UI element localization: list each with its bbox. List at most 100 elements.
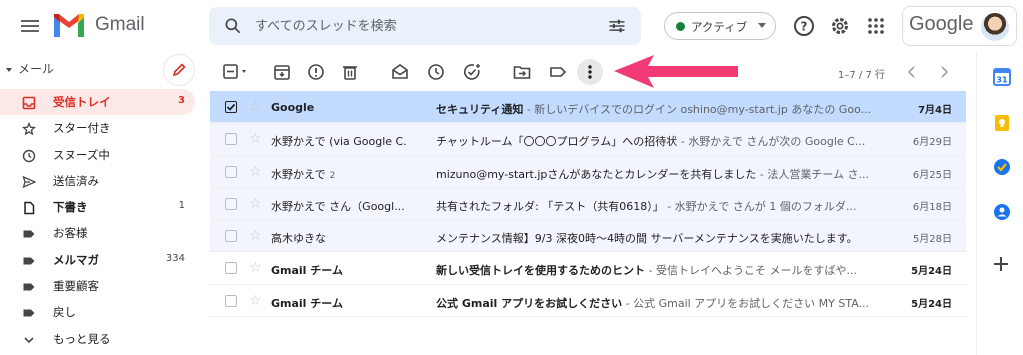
- star-icon[interactable]: ☆: [249, 293, 262, 309]
- email-sender: 水野かえで (via Google C.: [271, 135, 407, 149]
- row-checkbox[interactable]: [225, 294, 237, 307]
- row-checkbox[interactable]: [225, 165, 237, 178]
- email-row[interactable]: ☆ 水野かえで さん（Googl... 共有されたフォルダ: 「テスト（共有0618…: [210, 187, 966, 221]
- pagination-text: 1–7 / 7 行: [838, 70, 885, 81]
- search-bar[interactable]: [209, 7, 641, 45]
- sidebar-item-label: もっと見る: [53, 331, 111, 346]
- star-icon[interactable]: ☆: [249, 164, 262, 180]
- email-row[interactable]: ☆ 高木ゆきな メンテナンス情報】9/3 深夜0時〜4時の間 サーバーメンテナンスを…: [210, 220, 966, 253]
- star-icon[interactable]: ☆: [249, 131, 262, 147]
- search-input[interactable]: [255, 16, 585, 36]
- email-subject-line: mizuno@my-start.jpさんがあなたとカレンダーを共有しました - …: [436, 166, 906, 182]
- sidebar-item[interactable]: お客様: [0, 220, 195, 246]
- chevron-down-icon: [22, 332, 36, 346]
- sidebar-item[interactable]: メルマガ 334: [0, 247, 195, 273]
- annotation-arrow-icon: [614, 55, 738, 88]
- next-page-icon[interactable]: [934, 62, 954, 82]
- caret-down-icon: [758, 23, 766, 28]
- sidebar-item-label: 送信済み: [53, 173, 99, 188]
- sidebar-item[interactable]: 受信トレイ 3: [0, 89, 195, 116]
- snooze-icon[interactable]: [426, 62, 446, 82]
- main-menu-icon[interactable]: [18, 14, 42, 38]
- tasks-icon[interactable]: [993, 158, 1011, 176]
- email-snippet: - 公式 Gmail アプリをお試しください MY STA...: [622, 296, 870, 310]
- email-subject: チャットルーム「〇〇〇プログラム」への招待状: [436, 135, 678, 149]
- star-icon[interactable]: ☆: [249, 260, 262, 276]
- avatar[interactable]: [981, 13, 1009, 41]
- sidebar-item[interactable]: 下書き 1: [0, 194, 195, 220]
- star-icon[interactable]: ☆: [249, 99, 262, 115]
- email-subject-line: 共有されたフォルダ: 「テスト（共有0618）」 - 水野かえで さんが 1 個…: [436, 198, 906, 214]
- email-sender: Gmail チーム: [271, 264, 343, 278]
- email-subject: mizuno@my-start.jpさんがあなたとカレンダーを共有しました: [436, 167, 757, 181]
- email-date: 5月28日: [912, 234, 952, 246]
- sidebar-item[interactable]: スター付き: [0, 115, 195, 141]
- sidebar-item-count: 334: [165, 252, 185, 264]
- label-icon: [22, 279, 36, 293]
- status-dropdown[interactable]: アクティブ: [664, 12, 776, 40]
- label-icon: [22, 253, 36, 267]
- report-spam-icon[interactable]: [306, 62, 326, 82]
- add-to-tasks-icon[interactable]: [462, 62, 482, 82]
- clock-icon: [22, 148, 36, 162]
- google-account-box[interactable]: Google: [902, 6, 1017, 46]
- email-subject: 公式 Gmail アプリをお試しください: [436, 296, 623, 310]
- email-row[interactable]: ☆ Google セキュリティ通知 - 新しいデバイスでのログイン oshino@m…: [210, 91, 966, 124]
- sidebar-item[interactable]: もっと見る: [0, 326, 195, 352]
- apps-grid-icon[interactable]: [864, 14, 888, 38]
- sidebar-item[interactable]: 重要顧客: [0, 273, 195, 299]
- thread-count: 2: [329, 170, 336, 181]
- email-date: 7月4日: [918, 105, 952, 116]
- sidebar-item[interactable]: 戻し: [0, 299, 195, 325]
- settings-gear-icon[interactable]: [828, 14, 852, 38]
- email-date: 5月24日: [911, 266, 952, 278]
- search-icon[interactable]: [223, 16, 243, 36]
- star-icon[interactable]: ☆: [249, 228, 262, 244]
- sidebar-item-label: 受信トレイ: [53, 95, 111, 109]
- email-subject-line: チャットルーム「〇〇〇プログラム」への招待状 - 水野かえで さんが次の Goo…: [436, 133, 906, 149]
- select-all-checkbox-icon[interactable]: [222, 62, 252, 82]
- sidebar-nav: 受信トレイ 3 スター付きスヌーズ中送信済み下書き 1 お客様 メルマガ 334 重要顧客戻し…: [0, 89, 200, 352]
- email-row[interactable]: ☆ 水野かえで 2 mizuno@my-start.jpさんがあなたとカレンダーを共有…: [210, 155, 966, 188]
- move-to-icon[interactable]: [512, 62, 532, 82]
- email-subject: 共有されたフォルダ: 「テスト（共有0618）」: [436, 199, 664, 213]
- sidebar-item[interactable]: スヌーズ中: [0, 142, 195, 168]
- previous-page-icon[interactable]: [902, 62, 922, 82]
- compose-button[interactable]: [163, 54, 195, 86]
- sidebar-item-label: スヌーズ中: [53, 147, 110, 162]
- more-options-icon[interactable]: [577, 59, 603, 85]
- sidebar-item[interactable]: 送信済み: [0, 168, 195, 194]
- label-as-icon[interactable]: [548, 62, 568, 82]
- calendar-icon[interactable]: 31: [993, 68, 1011, 86]
- mail-section-header[interactable]: メール: [6, 60, 54, 77]
- contacts-icon[interactable]: [993, 203, 1011, 221]
- google-wordmark: Google: [909, 13, 974, 35]
- row-checkbox[interactable]: [225, 101, 237, 113]
- email-row[interactable]: ☆ Gmail チーム 新しい受信トレイを使用するためのヒント - 受信トレイへよう…: [210, 252, 966, 285]
- email-list: ☆ Google セキュリティ通知 - 新しいデバイスでのログイン oshino@m…: [210, 91, 966, 318]
- email-subject-line: 公式 Gmail アプリをお試しください - 公式 Gmail アプリをお試しく…: [436, 295, 906, 311]
- row-checkbox[interactable]: [225, 230, 237, 243]
- search-options-icon[interactable]: [607, 16, 627, 36]
- label-icon: [22, 226, 36, 240]
- email-row[interactable]: ☆ 水野かえで (via Google C. チャットルーム「〇〇〇プログラム」への…: [210, 123, 966, 156]
- row-checkbox[interactable]: [225, 262, 237, 275]
- star-icon: [21, 121, 37, 136]
- keep-icon[interactable]: [993, 114, 1011, 132]
- email-sender: 水野かえで 2: [271, 167, 336, 181]
- gmail-logo-icon[interactable]: [52, 11, 86, 39]
- email-snippet: - 受信トレイへようこそ メールをすばや...: [645, 264, 857, 278]
- email-sender: Google: [271, 101, 315, 114]
- sidebar-item-label: スター付き: [53, 121, 111, 136]
- mark-read-icon[interactable]: [390, 62, 410, 82]
- sidebar-item-label: 戻し: [53, 305, 76, 320]
- help-icon[interactable]: ?: [792, 14, 816, 38]
- get-addons-icon[interactable]: [994, 257, 1008, 271]
- row-checkbox[interactable]: [225, 133, 237, 146]
- email-snippet: - 水野かえで さんが次の Google C...: [677, 135, 866, 149]
- delete-icon[interactable]: [340, 62, 360, 82]
- row-checkbox[interactable]: [225, 197, 237, 210]
- email-row[interactable]: ☆ Gmail チーム 公式 Gmail アプリをお試しください - 公式 Gmai…: [210, 284, 966, 318]
- archive-icon[interactable]: [272, 62, 292, 82]
- star-icon[interactable]: ☆: [249, 196, 262, 212]
